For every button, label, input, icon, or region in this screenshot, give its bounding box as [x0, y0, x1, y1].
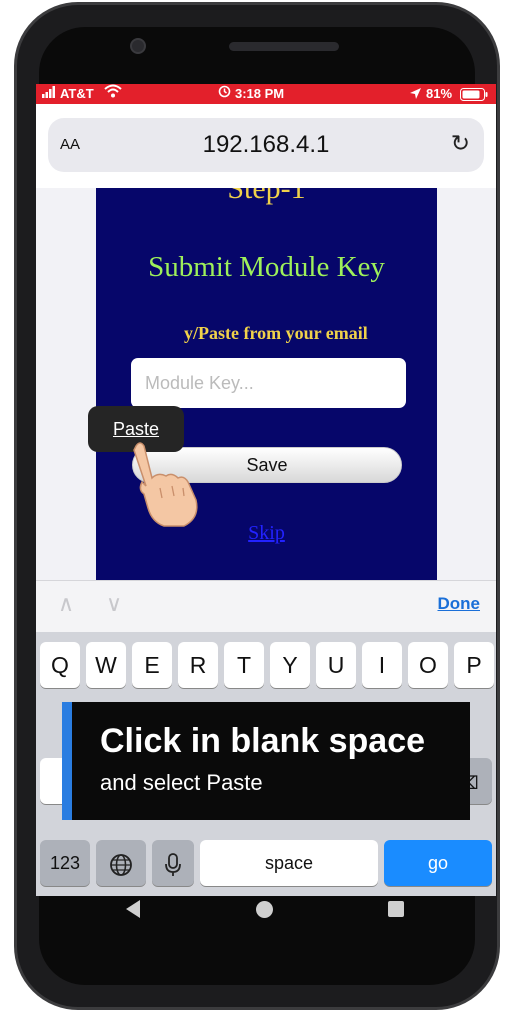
home-icon[interactable] — [256, 901, 273, 918]
caption-subtitle: and select Paste — [100, 770, 263, 795]
microphone-key[interactable] — [152, 840, 194, 886]
globe-key[interactable] — [96, 840, 146, 886]
key-e[interactable]: E — [132, 642, 172, 688]
recent-apps-icon[interactable] — [388, 901, 404, 917]
earpiece-speaker — [229, 42, 339, 51]
url-text[interactable]: 192.168.4.1 — [48, 131, 484, 159]
carrier-name: AT&T — [60, 86, 94, 101]
reload-icon[interactable]: ↻ — [451, 130, 470, 157]
wifi-icon — [104, 84, 122, 101]
key-p[interactable]: P — [454, 642, 494, 688]
signal-icon — [42, 86, 56, 101]
page-heading: Submit Module Key — [148, 251, 385, 283]
tutorial-caption: Click in blank space and select Paste — [62, 702, 470, 820]
battery-percent: 81% — [426, 86, 453, 101]
key-o[interactable]: O — [408, 642, 448, 688]
done-button[interactable]: Done — [438, 594, 481, 614]
paste-menu-item[interactable]: Paste — [113, 419, 159, 439]
back-icon[interactable] — [126, 900, 140, 918]
web-page: Step-1 Submit Module Key y/Paste from yo… — [36, 188, 496, 580]
key-r[interactable]: R — [178, 642, 218, 688]
chevron-up-icon[interactable]: ∧ — [58, 591, 74, 617]
key-i[interactable]: I — [362, 642, 402, 688]
space-key[interactable]: space — [200, 840, 378, 886]
clock-time: 3:18 PM — [235, 86, 285, 101]
chevron-down-icon[interactable]: ∨ — [106, 591, 122, 617]
module-key-input[interactable] — [131, 358, 406, 408]
keyboard-accessory-bar: ∧ ∨ Done — [36, 580, 496, 632]
android-nav-bar — [36, 896, 496, 932]
location-arrow-icon — [410, 87, 421, 102]
microphone-icon — [165, 853, 181, 876]
step-title: Step-1 — [227, 188, 306, 205]
caption-title: Click in blank space — [100, 722, 426, 760]
key-t[interactable]: T — [224, 642, 264, 688]
front-camera — [130, 38, 146, 54]
alarm-icon — [218, 85, 231, 101]
pointing-hand-icon — [133, 442, 198, 527]
key-y[interactable]: Y — [270, 642, 310, 688]
battery-icon — [460, 88, 488, 104]
key-u[interactable]: U — [316, 642, 356, 688]
go-key[interactable]: go — [384, 840, 492, 886]
globe-icon — [110, 854, 132, 876]
numbers-key[interactable]: 123 — [40, 840, 90, 886]
key-w[interactable]: W — [86, 642, 126, 688]
browser-address-bar[interactable]: AA 192.168.4.1 ↻ — [48, 118, 484, 172]
key-q[interactable]: Q — [40, 642, 80, 688]
status-bar: AT&T 3:18 PM 81% — [36, 84, 496, 104]
instruction-text: y/Paste from your email — [184, 323, 368, 343]
